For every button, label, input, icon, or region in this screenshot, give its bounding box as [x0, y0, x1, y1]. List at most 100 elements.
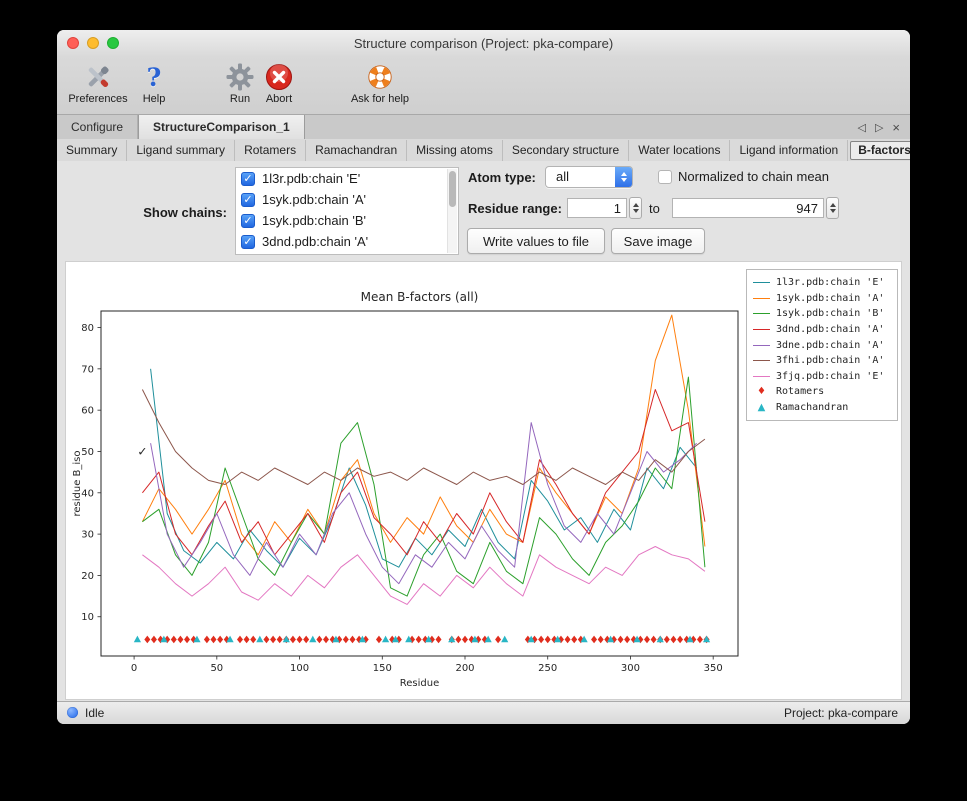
svg-text:residue B_iso: residue B_iso — [72, 450, 83, 516]
chain-checkbox[interactable]: ✓ — [241, 235, 255, 249]
residue-from-field[interactable]: 1 — [567, 198, 627, 218]
tab-configure[interactable]: Configure — [57, 115, 138, 139]
legend-line-swatch — [753, 376, 770, 377]
legend-line-swatch — [753, 360, 770, 361]
status-bar: Idle Project: pka-compare — [57, 701, 910, 724]
tab-ligand-information[interactable]: Ligand information — [730, 140, 848, 161]
atom-type-dropdown[interactable]: all — [545, 166, 633, 188]
svg-text:80: 80 — [81, 323, 94, 334]
status-indicator-icon — [67, 707, 78, 718]
tab-water-locations[interactable]: Water locations — [629, 140, 730, 161]
legend-item: 3fjq.pdb:chain 'E' — [753, 369, 891, 385]
svg-text:✓: ✓ — [137, 444, 147, 458]
chain-list-item[interactable]: ✓1syk.pdb:chain 'A' — [236, 189, 458, 210]
controls-panel: Show chains: ✓1l3r.pdb:chain 'E'✓1syk.pd… — [57, 161, 910, 261]
show-chains-label: Show chains: — [67, 205, 227, 220]
chain-list-item[interactable]: ✓ 1syk.pdb:chain 'B' — [236, 210, 458, 231]
tab-secondary-structure[interactable]: Secondary structure — [503, 140, 629, 161]
preferences-button[interactable]: Preferences — [65, 62, 131, 105]
tab-rotamers[interactable]: Rotamers — [235, 140, 306, 161]
svg-text:50: 50 — [210, 663, 223, 674]
status-text: Idle — [85, 706, 104, 720]
triangle-marker-icon: ▲ — [753, 402, 770, 413]
chain-list-item[interactable]: ✓ 1l3r.pdb:chain 'E' — [236, 168, 458, 189]
legend-label: 3dne.pdb:chain 'A' — [776, 340, 884, 351]
range-separator-label: to — [649, 201, 660, 216]
legend-line-swatch — [753, 282, 770, 283]
titlebar[interactable]: Structure comparison (Project: pka-compa… — [57, 30, 910, 58]
tab-ligand-summary[interactable]: Ligand summary — [127, 140, 235, 161]
svg-text:70: 70 — [81, 364, 94, 375]
run-button[interactable]: Run — [223, 62, 257, 105]
svg-text:Mean B-factors (all): Mean B-factors (all) — [361, 290, 479, 304]
normalized-checkbox-row[interactable]: Normalized to chain mean — [658, 169, 829, 184]
write-values-button[interactable]: Write values to file — [467, 228, 605, 254]
tab-missing-atoms[interactable]: Missing atoms — [407, 140, 503, 161]
chain-label: 1l3r.pdb:chain 'E' — [262, 171, 360, 186]
abort-button[interactable]: Abort — [259, 62, 299, 105]
legend-item: 1syk.pdb:chain 'A' — [753, 291, 891, 307]
legend-label: 3fhi.pdb:chain 'A' — [776, 355, 884, 366]
chain-checkbox[interactable]: ✓ — [241, 193, 255, 207]
legend-line-swatch — [753, 313, 770, 314]
legend-item: ▲ Ramachandran — [753, 400, 891, 416]
chain-checkbox[interactable]: ✓ — [241, 172, 255, 186]
legend-label: 3fjq.pdb:chain 'E' — [776, 371, 884, 382]
svg-text:Residue: Residue — [400, 678, 439, 689]
toolbar-label: Run — [230, 93, 250, 105]
tab-label: StructureComparison_1 — [153, 120, 290, 134]
tab-label: Configure — [71, 120, 123, 134]
toolbar-label: Preferences — [68, 93, 127, 105]
chain-checkbox[interactable]: ✓ — [241, 214, 255, 228]
tab-structurecomparison-1[interactable]: StructureComparison_1 — [138, 115, 305, 139]
legend-label: Rotamers — [776, 386, 824, 397]
normalized-checkbox[interactable] — [658, 170, 672, 184]
tab-ramachandran[interactable]: Ramachandran — [306, 140, 407, 161]
svg-text:20: 20 — [81, 571, 94, 582]
dropdown-arrows-icon — [615, 167, 632, 187]
atom-type-label: Atom type: — [468, 170, 536, 185]
legend-label: 1syk.pdb:chain 'A' — [776, 293, 884, 304]
tab-summary[interactable]: Summary — [57, 140, 127, 161]
project-name: Project: pka-compare — [784, 706, 898, 720]
residue-to-stepper[interactable] — [826, 197, 839, 219]
normalized-label: Normalized to chain mean — [678, 169, 829, 184]
residue-from-stepper[interactable] — [629, 197, 642, 219]
window-title: Structure comparison (Project: pka-compa… — [57, 36, 910, 51]
tab-b-factors[interactable]: B-factors — [850, 141, 910, 160]
legend-label: 1l3r.pdb:chain 'E' — [776, 277, 884, 288]
chain-label: 1syk.pdb:chain 'B' — [262, 213, 366, 228]
svg-text:30: 30 — [81, 530, 94, 541]
residue-range-label: Residue range: — [468, 201, 562, 216]
legend-label: 1syk.pdb:chain 'B' — [776, 308, 884, 319]
chain-list[interactable]: ✓1l3r.pdb:chain 'E'✓1syk.pdb:chain 'A'✓1… — [235, 167, 459, 255]
diamond-marker-icon: ♦ — [753, 386, 770, 397]
legend-item: 1l3r.pdb:chain 'E' — [753, 275, 891, 291]
chain-list-scrollbar[interactable] — [447, 169, 457, 253]
svg-text:200: 200 — [455, 663, 474, 674]
legend-label: Ramachandran — [776, 402, 848, 413]
chain-label: 3dnd.pdb:chain 'A' — [262, 234, 368, 249]
toolbar-label: Abort — [266, 93, 292, 105]
ask-for-help-button[interactable]: Ask for help — [345, 62, 415, 105]
tab-next-icon[interactable]: ▷ — [875, 121, 883, 134]
toolbar-label: Help — [143, 93, 166, 105]
save-image-button[interactable]: Save image — [611, 228, 705, 254]
chain-list-item[interactable]: ✓ 3dnd.pdb:chain 'A' — [236, 231, 458, 252]
b-factor-plot: 0501001502002503003501020304050607080Mea… — [66, 262, 746, 696]
legend-item: 3dnd.pdb:chain 'A' — [753, 322, 891, 338]
scrollbar-thumb[interactable] — [449, 171, 456, 207]
app-window: Structure comparison (Project: pka-compa… — [57, 30, 910, 724]
tab-close-icon[interactable]: × — [892, 120, 900, 135]
svg-text:50: 50 — [81, 447, 94, 458]
gear-icon — [225, 62, 255, 92]
tab-prev-icon[interactable]: ◁ — [857, 121, 865, 134]
help-button[interactable]: ? Help — [137, 62, 171, 105]
abort-icon — [265, 62, 293, 92]
legend-item: 3dne.pdb:chain 'A' — [753, 337, 891, 353]
svg-text:350: 350 — [704, 663, 723, 674]
residue-to-field[interactable]: 947 — [672, 198, 824, 218]
svg-text:0: 0 — [131, 663, 137, 674]
life-ring-icon — [366, 62, 394, 92]
svg-text:60: 60 — [81, 406, 94, 417]
